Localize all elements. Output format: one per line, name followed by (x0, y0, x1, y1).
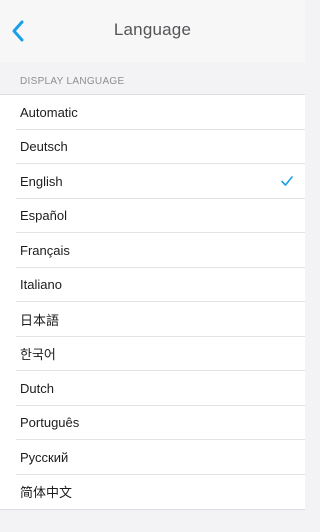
language-label: 简体中文 (20, 486, 73, 502)
language-label: Deutsch (20, 139, 68, 155)
language-label: English (20, 173, 63, 189)
navigation-bar: Language (0, 0, 305, 62)
language-label: Español (20, 208, 67, 224)
language-row-portugues[interactable]: Português (0, 406, 305, 441)
language-row-espanol[interactable]: Español (0, 199, 305, 234)
page-title: Language (113, 20, 192, 39)
language-row-simplified-chinese[interactable]: 简体中文 (0, 475, 305, 510)
language-label: 日本語 (20, 313, 60, 329)
language-row-francais[interactable]: Français (0, 233, 305, 268)
language-row-japanese[interactable]: 日本語 (0, 302, 305, 337)
language-row-russian[interactable]: Русский (0, 440, 305, 475)
language-list: Automatic Deutsch English Español França… (0, 94, 305, 510)
section-header-display-language: DISPLAY LANGUAGE (20, 76, 125, 87)
language-label: Dutch (20, 380, 54, 396)
language-label: 한국어 (20, 348, 56, 364)
checkmark-icon (281, 176, 293, 187)
language-row-english[interactable]: English (0, 164, 305, 199)
language-label: Français (20, 242, 70, 258)
language-label: Русский (20, 449, 69, 465)
language-row-automatic[interactable]: Automatic (0, 95, 305, 130)
language-label: Automatic (20, 104, 78, 120)
language-row-korean[interactable]: 한국어 (0, 337, 305, 372)
language-label: Português (20, 415, 80, 431)
language-row-italiano[interactable]: Italiano (0, 268, 305, 303)
language-row-dutch[interactable]: Dutch (0, 371, 305, 406)
language-label: Italiano (20, 277, 62, 293)
language-row-deutsch[interactable]: Deutsch (0, 130, 305, 165)
